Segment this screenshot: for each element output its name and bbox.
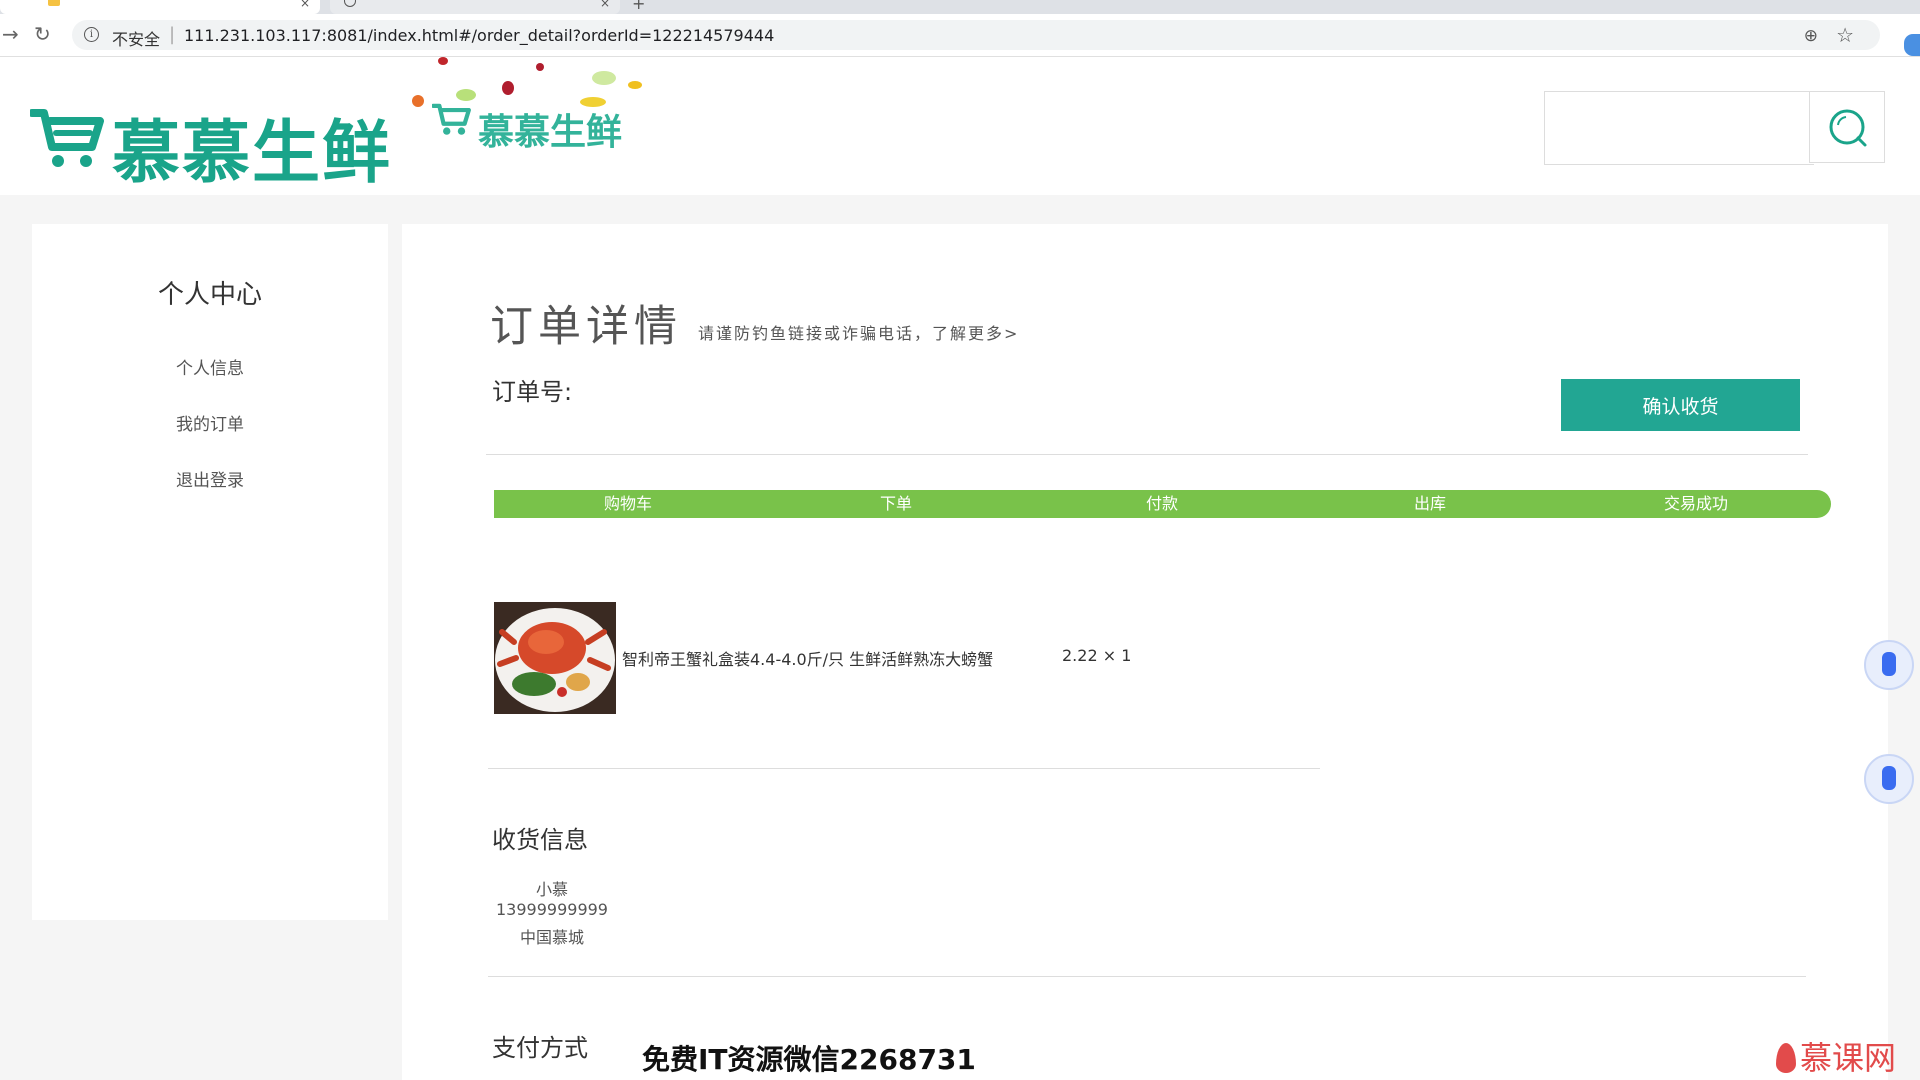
floating-action-button[interactable] [1864, 754, 1914, 804]
search-icon [1829, 109, 1867, 147]
browser-tab-inactive[interactable]: × [330, 0, 620, 14]
logo-small-text: 慕慕生鲜 [478, 112, 623, 153]
page-title: 订单详情 [490, 302, 682, 352]
back-arrow-icon[interactable]: → [2, 22, 19, 46]
watermark-text: 免费IT资源微信2268731 [642, 1043, 976, 1076]
security-label: 不安全 [112, 30, 161, 49]
logo-text[interactable]: 慕慕生鲜 [112, 97, 392, 196]
search-button[interactable] [1809, 91, 1885, 163]
site-header: 慕慕生鲜 慕慕生鲜 [0, 57, 1920, 195]
step-shipped: 出库 [1413, 494, 1446, 513]
sidebar-item-orders[interactable]: 我的订单 [32, 410, 388, 435]
receiver-address: 中国慕城 [519, 928, 584, 947]
fruit-icon [502, 81, 514, 95]
product-image[interactable] [494, 602, 616, 714]
fruit-icon [456, 89, 476, 101]
info-icon[interactable]: i [84, 27, 99, 42]
payment-section-title: 支付方式 [492, 1034, 588, 1062]
fruit-icon [592, 71, 616, 85]
address-bar[interactable]: i 不安全 | 111.231.103.117:8081/index.html#… [72, 20, 1880, 50]
product-price-qty: 2.22 × 1 [1062, 646, 1132, 665]
floating-action-button[interactable] [1864, 640, 1914, 690]
cart-logo-small-icon [432, 103, 471, 135]
url-separator: | [169, 24, 176, 45]
imooc-brand-watermark: 慕课网 [1776, 1033, 1896, 1079]
step-paid: 付款 [1145, 494, 1178, 513]
product-name[interactable]: 智利帝王蟹礼盒装4.4-4.0斤/只 生鲜活鲜熟冻大螃蟹 [622, 646, 993, 670]
sidebar-item-logout[interactable]: 退出登录 [32, 466, 388, 491]
order-progress-bar: 购物车 下单 付款 出库 交易成功 [494, 490, 1831, 518]
order-detail-panel: 订单详情 请谨防钓鱼链接或诈骗电话，了解更多> 订单号: 确认收货 购物车 下单… [402, 224, 1888, 1080]
step-ordered: 下单 [879, 494, 912, 513]
user-center-sidebar: 个人中心 个人信息 我的订单 退出登录 [32, 224, 388, 920]
browser-tabstrip: × × + [0, 0, 1920, 14]
fruit-icon [438, 57, 448, 65]
cart-logo-icon[interactable] [30, 105, 106, 171]
fruit-icon [628, 81, 642, 89]
fruit-icon [536, 63, 544, 71]
tab-favicon-icon [48, 0, 60, 6]
bookmark-star-icon[interactable]: ☆ [1836, 23, 1854, 47]
confirm-receipt-button[interactable]: 确认收货 [1561, 379, 1800, 431]
step-completed: 交易成功 [1663, 494, 1728, 513]
security-tip-link[interactable]: 请谨防钓鱼链接或诈骗电话，了解更多> [698, 320, 1019, 344]
crab-dish-image [494, 602, 616, 714]
divider [486, 454, 1808, 455]
tab-globe-icon [344, 0, 356, 7]
tab-close-icon[interactable]: × [300, 0, 310, 10]
browser-toolbar: → ↻ i 不安全 | 111.231.103.117:8081/index.h… [0, 14, 1920, 57]
receiver-phone: 13999999999 [496, 900, 608, 919]
reload-icon[interactable]: ↻ [34, 22, 51, 46]
order-number-label: 订单号: [492, 378, 573, 406]
receiver-name: 小慕 [535, 880, 568, 899]
browser-tab-active[interactable]: × [0, 0, 320, 14]
flame-icon [1776, 1043, 1796, 1073]
sidebar-item-profile[interactable]: 个人信息 [32, 354, 388, 379]
fruit-icon [412, 95, 424, 107]
zoom-icon[interactable]: ⊕ [1804, 26, 1818, 46]
receiver-section-title: 收货信息 [492, 826, 588, 854]
url-text[interactable]: 111.231.103.117:8081/index.html#/order_d… [184, 26, 774, 45]
mouse-icon [1882, 766, 1896, 790]
mouse-icon [1882, 652, 1896, 676]
new-tab-icon[interactable]: + [632, 0, 645, 13]
profile-avatar-icon[interactable] [1904, 34, 1920, 56]
divider [488, 976, 1806, 977]
divider [488, 768, 1320, 769]
search-input[interactable] [1544, 91, 1814, 165]
step-cart: 购物车 [603, 494, 652, 513]
tab-close-icon[interactable]: × [600, 0, 610, 10]
sidebar-title: 个人中心 [157, 280, 262, 310]
